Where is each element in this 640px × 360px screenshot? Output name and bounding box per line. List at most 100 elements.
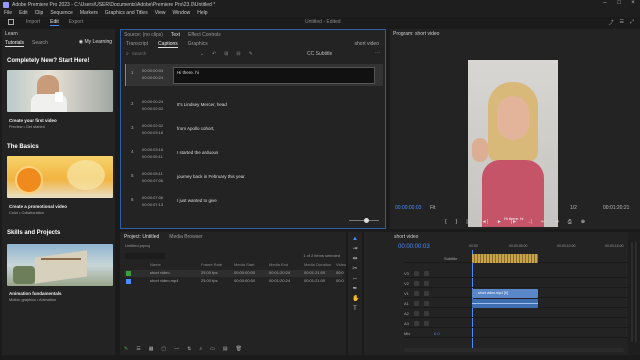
selection-tool-icon[interactable]: ▲ [352, 236, 358, 242]
more-options-icon[interactable]: ⋯ [375, 50, 380, 56]
split-icon[interactable]: ⊟ [236, 51, 240, 57]
caption-text[interactable]: from Apollo cohort, [177, 126, 215, 131]
timeline-timecode[interactable]: 00:00:00:03 [398, 244, 430, 250]
mute-icon[interactable] [424, 321, 429, 326]
col-name[interactable]: Name [150, 262, 161, 267]
eye-icon[interactable] [424, 281, 429, 286]
playback-resolution-select[interactable]: 1/2 [570, 205, 577, 211]
caption-edit-field[interactable] [173, 67, 375, 84]
tab-media-browser[interactable]: Media Browser [169, 234, 202, 240]
menu-markers[interactable]: Markers [80, 10, 98, 16]
tab-search[interactable]: Search [32, 40, 48, 46]
list-view-icon[interactable]: ☰ [136, 346, 140, 352]
col-frame-rate[interactable]: Frame Rate [201, 262, 222, 267]
mute-icon[interactable] [424, 311, 429, 316]
subtitle-clips[interactable] [472, 254, 538, 263]
lock-icon[interactable] [414, 311, 419, 316]
slip-icon[interactable]: ⇔ [352, 276, 358, 282]
col-media-start[interactable]: Media Start [234, 262, 254, 267]
mark-out-icon[interactable]: } [456, 219, 458, 225]
new-bin-icon[interactable]: ▭ [210, 346, 215, 352]
step-forward-icon[interactable]: |► [511, 219, 517, 225]
quick-export-icon[interactable]: ⤴ [608, 19, 613, 26]
caption-row[interactable]: 4 00:00:03:16 00:00:05:11 I started the … [125, 143, 383, 165]
caption-text[interactable]: I started the arduous [177, 150, 218, 155]
menu-help[interactable]: Help [197, 10, 207, 16]
merge-icon[interactable]: ⊞ [224, 51, 228, 57]
find-icon[interactable]: ⌕ [199, 346, 202, 352]
col-media-end[interactable]: Media End [269, 262, 288, 267]
caption-row[interactable]: 6 00:00:07:06 00:00:07:13 I just wanted … [125, 191, 383, 213]
filter-icon[interactable]: ⌄ [200, 51, 204, 57]
lock-icon[interactable] [414, 281, 419, 286]
tab-tutorials[interactable]: Tutorials [5, 40, 24, 47]
tutorial-title-first-video[interactable]: Create your first video [9, 118, 57, 123]
subtab-transcript[interactable]: Transcript [126, 41, 148, 47]
mark-in-icon[interactable]: { [445, 219, 447, 225]
caption-row[interactable]: 3 00:00:02:02 00:00:03:16 from Apollo co… [125, 119, 383, 141]
extract-icon[interactable]: ⇥ [555, 219, 559, 225]
delete-icon[interactable]: 🗑 [236, 346, 242, 352]
time-ruler[interactable]: 00:00 00:00:05:00 00:00:10:00 00:00:15:0… [469, 244, 629, 250]
eye-icon[interactable] [424, 271, 429, 276]
zoom-slider-icon[interactable]: — [174, 346, 179, 352]
go-to-out-icon[interactable]: →| [526, 219, 532, 225]
menu-file[interactable]: File [4, 10, 12, 16]
export-frame-icon[interactable]: ⎙ [568, 219, 572, 225]
nav-export[interactable]: Export [69, 19, 83, 25]
track-select-icon[interactable]: ⇥ [352, 246, 358, 252]
eye-icon[interactable] [424, 291, 429, 296]
zoom-slider[interactable] [349, 218, 379, 223]
caption-row[interactable]: 1 00:00:00:03 00:00:00:24 Hi there. hi [125, 64, 383, 86]
freeform-view-icon[interactable]: ▢ [161, 346, 166, 352]
go-to-in-icon[interactable]: |← [466, 219, 472, 225]
subtab-captions[interactable]: Captions [158, 41, 178, 48]
tutorial-title-promo-video[interactable]: Create a promotional video [9, 204, 67, 209]
icon-view-icon[interactable]: ▦ [149, 346, 154, 352]
edit-icon[interactable]: ✎ [249, 51, 253, 57]
razor-icon[interactable]: ✂ [352, 266, 358, 272]
play-icon[interactable]: ► [497, 219, 502, 225]
ripple-edit-icon[interactable]: ⇹ [352, 256, 358, 262]
col-media-duration[interactable]: Media Duration [304, 262, 331, 267]
caption-row[interactable]: 2 00:00:00:24 00:00:02:02 It's Lindsey M… [125, 95, 383, 117]
mute-icon[interactable] [424, 301, 429, 306]
menu-window[interactable]: Window [172, 10, 190, 16]
caption-text[interactable]: It's Lindsey Mercer, head [177, 102, 227, 107]
step-back-icon[interactable]: ◄| [482, 219, 488, 225]
caption-text[interactable]: Hi there. hi [177, 70, 199, 75]
sort-icon[interactable]: ⇅ [187, 346, 191, 352]
subtitle-format[interactable]: CC Subtitle [307, 51, 332, 57]
mix-level[interactable]: 0.0 [434, 331, 440, 336]
project-item-row[interactable]: short video.mp4 25.00 fps 00:00:00:00 00… [124, 278, 344, 285]
lock-icon[interactable] [414, 271, 419, 276]
audio-clip[interactable] [472, 299, 538, 308]
lift-icon[interactable]: ⇤ [541, 219, 545, 225]
tab-source[interactable]: Source: (no clips) [124, 32, 163, 38]
nav-import[interactable]: Import [26, 19, 40, 25]
timeline-title[interactable]: short video [364, 232, 640, 241]
project-item-row[interactable]: short video 25.00 fps 00:00:00:00 00:01:… [124, 270, 344, 277]
tutorial-title-animation[interactable]: Animation fundamentals [9, 291, 62, 296]
timeline-horizontal-scrollbar[interactable] [404, 348, 624, 352]
lock-icon[interactable] [414, 301, 419, 306]
hand-icon[interactable]: ✋ [352, 296, 359, 302]
menu-sequence[interactable]: Sequence [50, 10, 73, 16]
caption-text[interactable]: journey back in February this year. [177, 174, 246, 179]
tutorial-thumbnail-promo-video[interactable] [7, 156, 113, 198]
maximize-icon[interactable]: □ [612, 0, 626, 6]
pencil-icon[interactable]: ✎ [124, 346, 128, 352]
tutorial-thumbnail-first-video[interactable] [7, 70, 113, 112]
type-icon[interactable]: T [352, 306, 358, 312]
program-video-frame[interactable]: Hi there. hi [468, 60, 558, 227]
zoom-slider-handle[interactable] [364, 218, 369, 223]
my-learning-link[interactable]: ◉ My Learning [79, 39, 112, 45]
menu-view[interactable]: View [155, 10, 166, 16]
add-button-icon[interactable]: ⊕ [581, 219, 585, 225]
close-icon[interactable]: × [626, 0, 640, 6]
col-video[interactable]: Video [336, 262, 346, 267]
tab-effect-controls[interactable]: Effect Controls [188, 32, 221, 38]
nav-edit[interactable]: Edit [50, 19, 59, 26]
pen-icon[interactable]: ✒ [352, 286, 358, 292]
tutorial-thumbnail-animation[interactable] [7, 244, 113, 286]
